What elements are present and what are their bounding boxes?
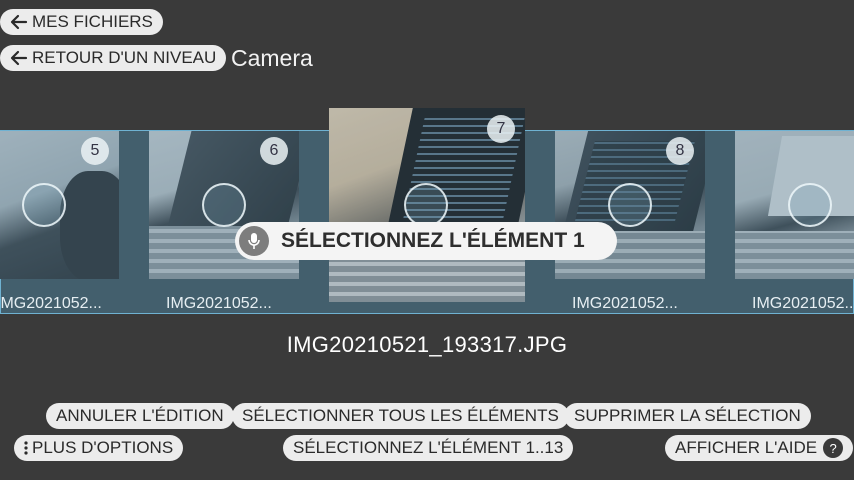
clear-selection-button[interactable]: SUPPRIMER LA SÉLECTION <box>564 403 811 429</box>
voice-hint: SÉLECTIONNEZ L'ÉLÉMENT 1 <box>235 222 617 260</box>
question-icon: ? <box>823 438 844 458</box>
my-files-button[interactable]: MES FICHIERS <box>0 9 163 35</box>
arrow-left-icon <box>10 14 28 30</box>
select-all-label: SÉLECTIONNER TOUS LES ÉLÉMENTS <box>242 406 559 425</box>
item-filename: IMG2021052... <box>166 295 272 312</box>
item-filename: IMG2021052... <box>0 295 102 312</box>
selected-filename: IMG20210521_193317.JPG <box>286 332 568 357</box>
back-level-button[interactable]: RETOUR D'UN NIVEAU <box>0 45 227 71</box>
select-range-label: SÉLECTIONNEZ L'ÉLÉMENT 1..13 <box>293 438 564 457</box>
show-help-label: AFFICHER L'AIDE <box>675 438 818 457</box>
voice-hint-text: SÉLECTIONNEZ L'ÉLÉMENT 1 <box>281 229 585 252</box>
cancel-edit-label: ANNULER L'ÉDITION <box>56 406 224 425</box>
my-files-label: MES FICHIERS <box>32 12 153 31</box>
select-all-button[interactable]: SÉLECTIONNER TOUS LES ÉLÉMENTS <box>232 403 569 429</box>
more-options-button[interactable]: PLUS D'OPTIONS <box>14 435 184 461</box>
selection-circle[interactable] <box>788 183 832 227</box>
item-filename: IMG2021052... <box>572 295 678 312</box>
selection-circle[interactable] <box>608 183 652 227</box>
show-help-button[interactable]: AFFICHER L'AIDE ? <box>665 435 854 461</box>
cancel-edit-button[interactable]: ANNULER L'ÉDITION <box>46 403 234 429</box>
clear-selection-label: SUPPRIMER LA SÉLECTION <box>574 406 801 425</box>
select-range-button[interactable]: SÉLECTIONNEZ L'ÉLÉMENT 1..13 <box>283 435 574 461</box>
item-badge: 5 <box>81 137 109 165</box>
vertical-dots-icon <box>24 441 28 455</box>
arrow-left-icon <box>10 50 28 66</box>
back-level-label: RETOUR D'UN NIVEAU <box>32 48 217 67</box>
more-options-label: PLUS D'OPTIONS <box>32 438 174 457</box>
item-badge: 8 <box>666 137 694 165</box>
item-badge: 7 <box>487 115 515 143</box>
microphone-icon <box>239 226 269 256</box>
folder-title: Camera <box>231 45 313 71</box>
selection-circle[interactable] <box>404 183 448 227</box>
item-badge: 6 <box>260 137 288 165</box>
selection-circle[interactable] <box>202 183 246 227</box>
item-filename: IMG2021052... <box>752 295 854 312</box>
selection-circle[interactable] <box>22 183 66 227</box>
